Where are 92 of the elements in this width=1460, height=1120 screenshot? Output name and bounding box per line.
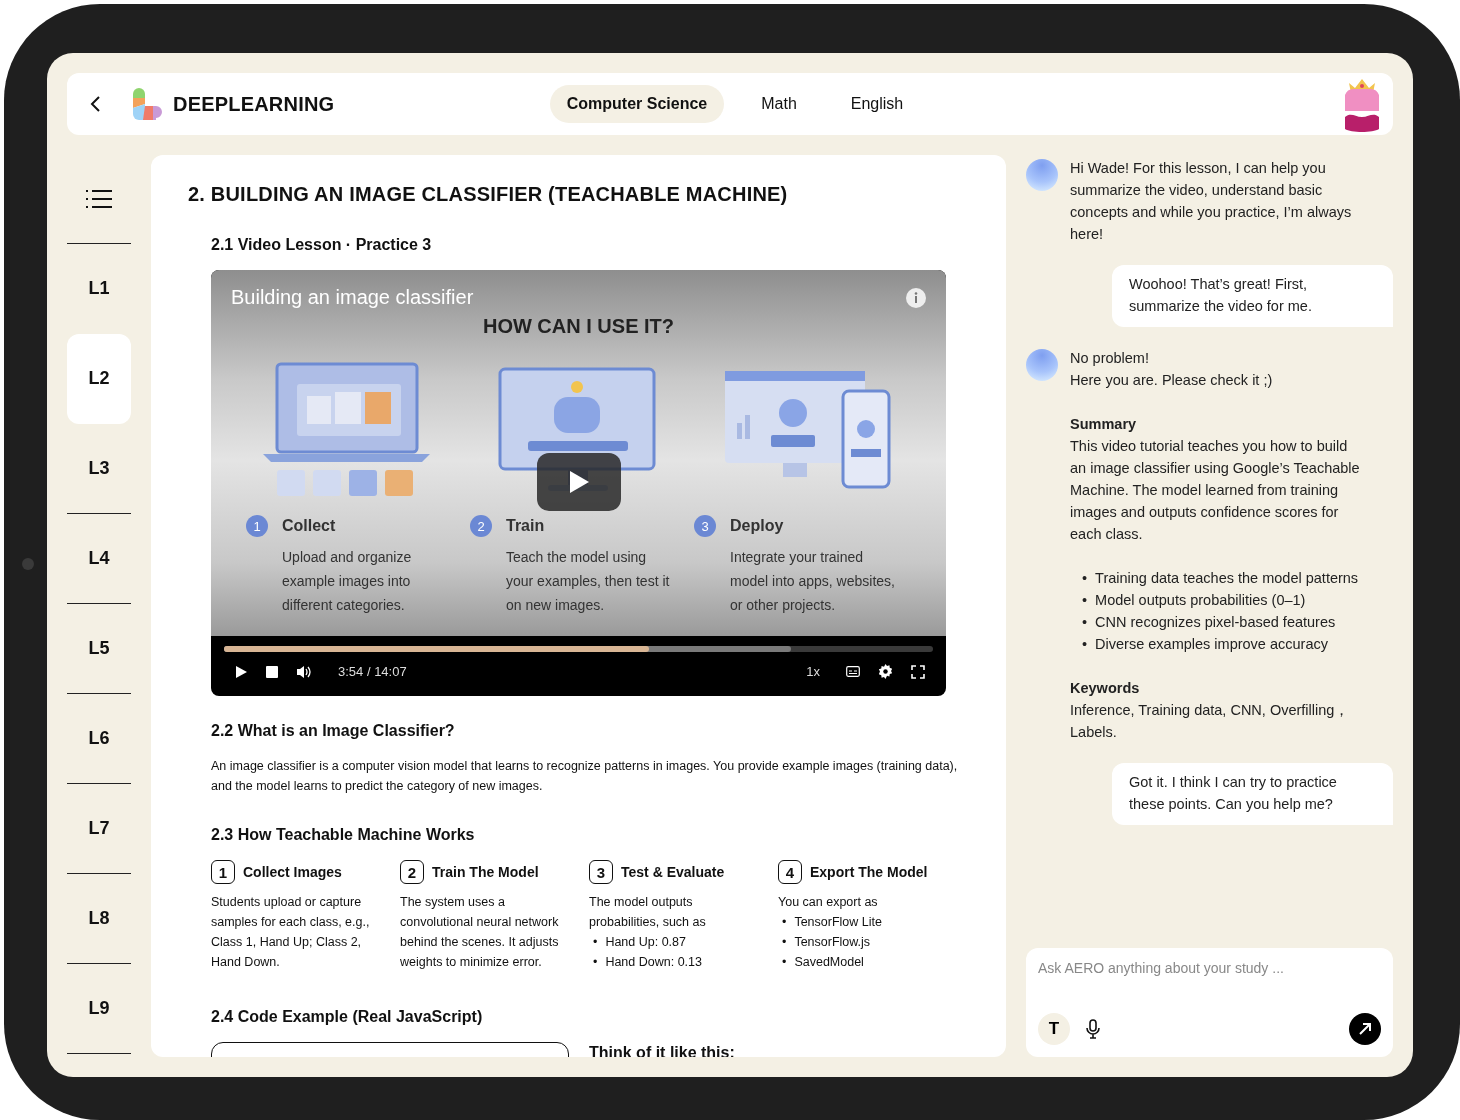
arrow-icon — [1358, 1022, 1372, 1036]
bullet-item: Hand Down: 0.13 — [605, 954, 702, 971]
subject-tab[interactable]: Math — [744, 85, 814, 123]
subject-tab[interactable]: English — [833, 85, 921, 123]
subject-tab[interactable]: Computer Science — [549, 85, 725, 123]
bullet-item: Diverse examples improve accuracy — [1095, 635, 1328, 654]
speed-button[interactable]: 1x — [806, 664, 828, 679]
volume-icon[interactable] — [296, 664, 312, 679]
step-number: 3 — [589, 860, 613, 884]
brand-name: DEEPLEARNING — [173, 92, 335, 116]
step-title: Test & Evaluate — [621, 864, 725, 880]
bullet-item: Model outputs probabilities (0–1) — [1095, 591, 1306, 610]
slide-heading: HOW CAN I USE IT? — [481, 315, 676, 338]
bullet-item: CNN recognizes pixel-based features — [1095, 613, 1336, 632]
bullet-item: Training data teaches the model patterns — [1095, 569, 1359, 588]
step-title: Train The Model — [432, 864, 539, 880]
step-description: The system uses a convolutional neural network behind the scenes. It adjusts weights to minimize error. — [400, 894, 560, 971]
microphone-icon[interactable] — [1086, 1019, 1100, 1039]
bullet-item: SavedModel — [794, 954, 864, 971]
bullet-mark: • — [593, 954, 598, 971]
logo-icon — [131, 88, 163, 120]
play-icon[interactable] — [234, 664, 248, 679]
bullet-mark: • — [1082, 613, 1088, 632]
user-message: Woohoo! That’s great! First, summarize the video for me. — [1112, 265, 1393, 327]
menu-icon[interactable] — [85, 189, 113, 209]
bullet-item: TensorFlow Lite — [794, 914, 882, 931]
section-heading: 2.1 Video Lesson · Practice 3 — [211, 236, 433, 254]
user-message: Got it. I think I can try to practice these points. Can you help me? — [1112, 763, 1393, 825]
chat-message: Here you are. Please check it ;) — [1070, 371, 1274, 390]
info-icon[interactable] — [906, 287, 926, 308]
video-time: 3:54 / 14:07 — [338, 664, 407, 679]
step-description: Integrate your trained model into apps, websites, or other projects. — [730, 548, 896, 615]
step-title: Collect Images — [243, 864, 342, 880]
step-title: Export The Model — [810, 864, 928, 880]
chat-message: No problem! — [1070, 349, 1150, 368]
step-number: 2 — [400, 860, 424, 884]
lesson-title: 2. BUILDING AN IMAGE CLASSIFIER (TEACHABLE MACHINE) — [188, 183, 789, 206]
section-heading: 2.3 How Teachable Machine Works — [211, 826, 476, 844]
bullet-mark: • — [782, 954, 787, 971]
message-heading: Summary — [1070, 415, 1138, 434]
assistant-avatar — [1026, 159, 1058, 191]
step-description: Students upload or capture samples for each class, e.g., Class 1, Hand Up; Class 2, Hand Down. — [211, 894, 371, 971]
chat-input-box[interactable]: Ask AERO anything about your study ... T — [1026, 948, 1393, 1057]
step-number: 1 — [246, 515, 268, 537]
lesson-tab[interactable]: L3 — [67, 424, 131, 514]
step-title: Collect — [282, 517, 337, 535]
lesson-tab[interactable]: L9 — [67, 964, 131, 1054]
bullet-mark: • — [1082, 569, 1088, 588]
bullet-mark: • — [1082, 591, 1088, 610]
back-button[interactable] — [89, 95, 101, 113]
play-overlay-button[interactable] — [537, 453, 621, 511]
lesson-tab[interactable]: L1 — [67, 244, 131, 334]
bullet-mark: • — [782, 914, 787, 931]
lesson-tab[interactable]: L8 — [67, 874, 131, 964]
progress-track[interactable] — [224, 646, 933, 652]
bullet-item: TensorFlow.js — [794, 934, 871, 951]
settings-icon[interactable] — [878, 664, 893, 679]
play-icon — [568, 470, 590, 494]
bullet-item: Hand Up: 0.87 — [605, 934, 686, 951]
bullet-mark: • — [1082, 635, 1088, 654]
lesson-tab[interactable]: L4 — [67, 514, 131, 604]
step-description: You can export as — [778, 894, 879, 911]
chat-message: Hi Wade! For this lesson, I can help you summarize the video, understand basic concepts and while you practice, I’m always here! — [1070, 159, 1353, 244]
message-heading: Keywords — [1070, 679, 1141, 698]
lesson-tab[interactable]: L2 — [67, 334, 131, 424]
format-button[interactable]: T — [1038, 1013, 1070, 1045]
step-description: The model outputs probabilities, such as — [589, 894, 707, 931]
stop-icon[interactable] — [266, 665, 278, 678]
chat-message: This video tutorial teaches you how to build an image classifier using Google’s Teachable Machine. The model learned from training images and outputs confidence scores for each class. — [1070, 437, 1361, 544]
camera-dot — [22, 558, 34, 570]
assistant-avatar — [1026, 349, 1058, 381]
lesson-tab[interactable]: L7 — [67, 784, 131, 874]
step-number: 1 — [211, 860, 235, 884]
step-number: 2 — [470, 515, 492, 537]
fullscreen-icon[interactable] — [911, 664, 925, 679]
send-button[interactable] — [1349, 1013, 1381, 1045]
lesson-tab[interactable]: L5 — [67, 604, 131, 694]
paragraph: An image classifier is a computer vision model that learns to recognize patterns in images. You provide example images (training data), and the model learns to predict the category of new images. — [211, 758, 959, 795]
bullet-mark: • — [593, 934, 598, 951]
lesson-tab[interactable]: L6 — [67, 694, 131, 784]
section-heading: 2.4 Code Example (Real JavaScript) — [211, 1008, 484, 1026]
step-number: 4 — [778, 860, 802, 884]
step-number: 3 — [694, 515, 716, 537]
section-heading: 2.2 What is an Image Classifier? — [211, 722, 456, 740]
captions-icon[interactable] — [846, 666, 860, 677]
bullet-mark: • — [782, 934, 787, 951]
step-title: Deploy — [730, 517, 785, 535]
video-title: Building an image classifier — [231, 286, 474, 309]
step-description: Teach the model using your examples, then test it on new images. — [506, 548, 671, 615]
step-title: Train — [506, 517, 546, 535]
step-description: Upload and organize example images into different categories. — [282, 548, 413, 615]
chat-message: Inference, Training data, CNN, Overfilling，Labels. — [1070, 701, 1351, 742]
